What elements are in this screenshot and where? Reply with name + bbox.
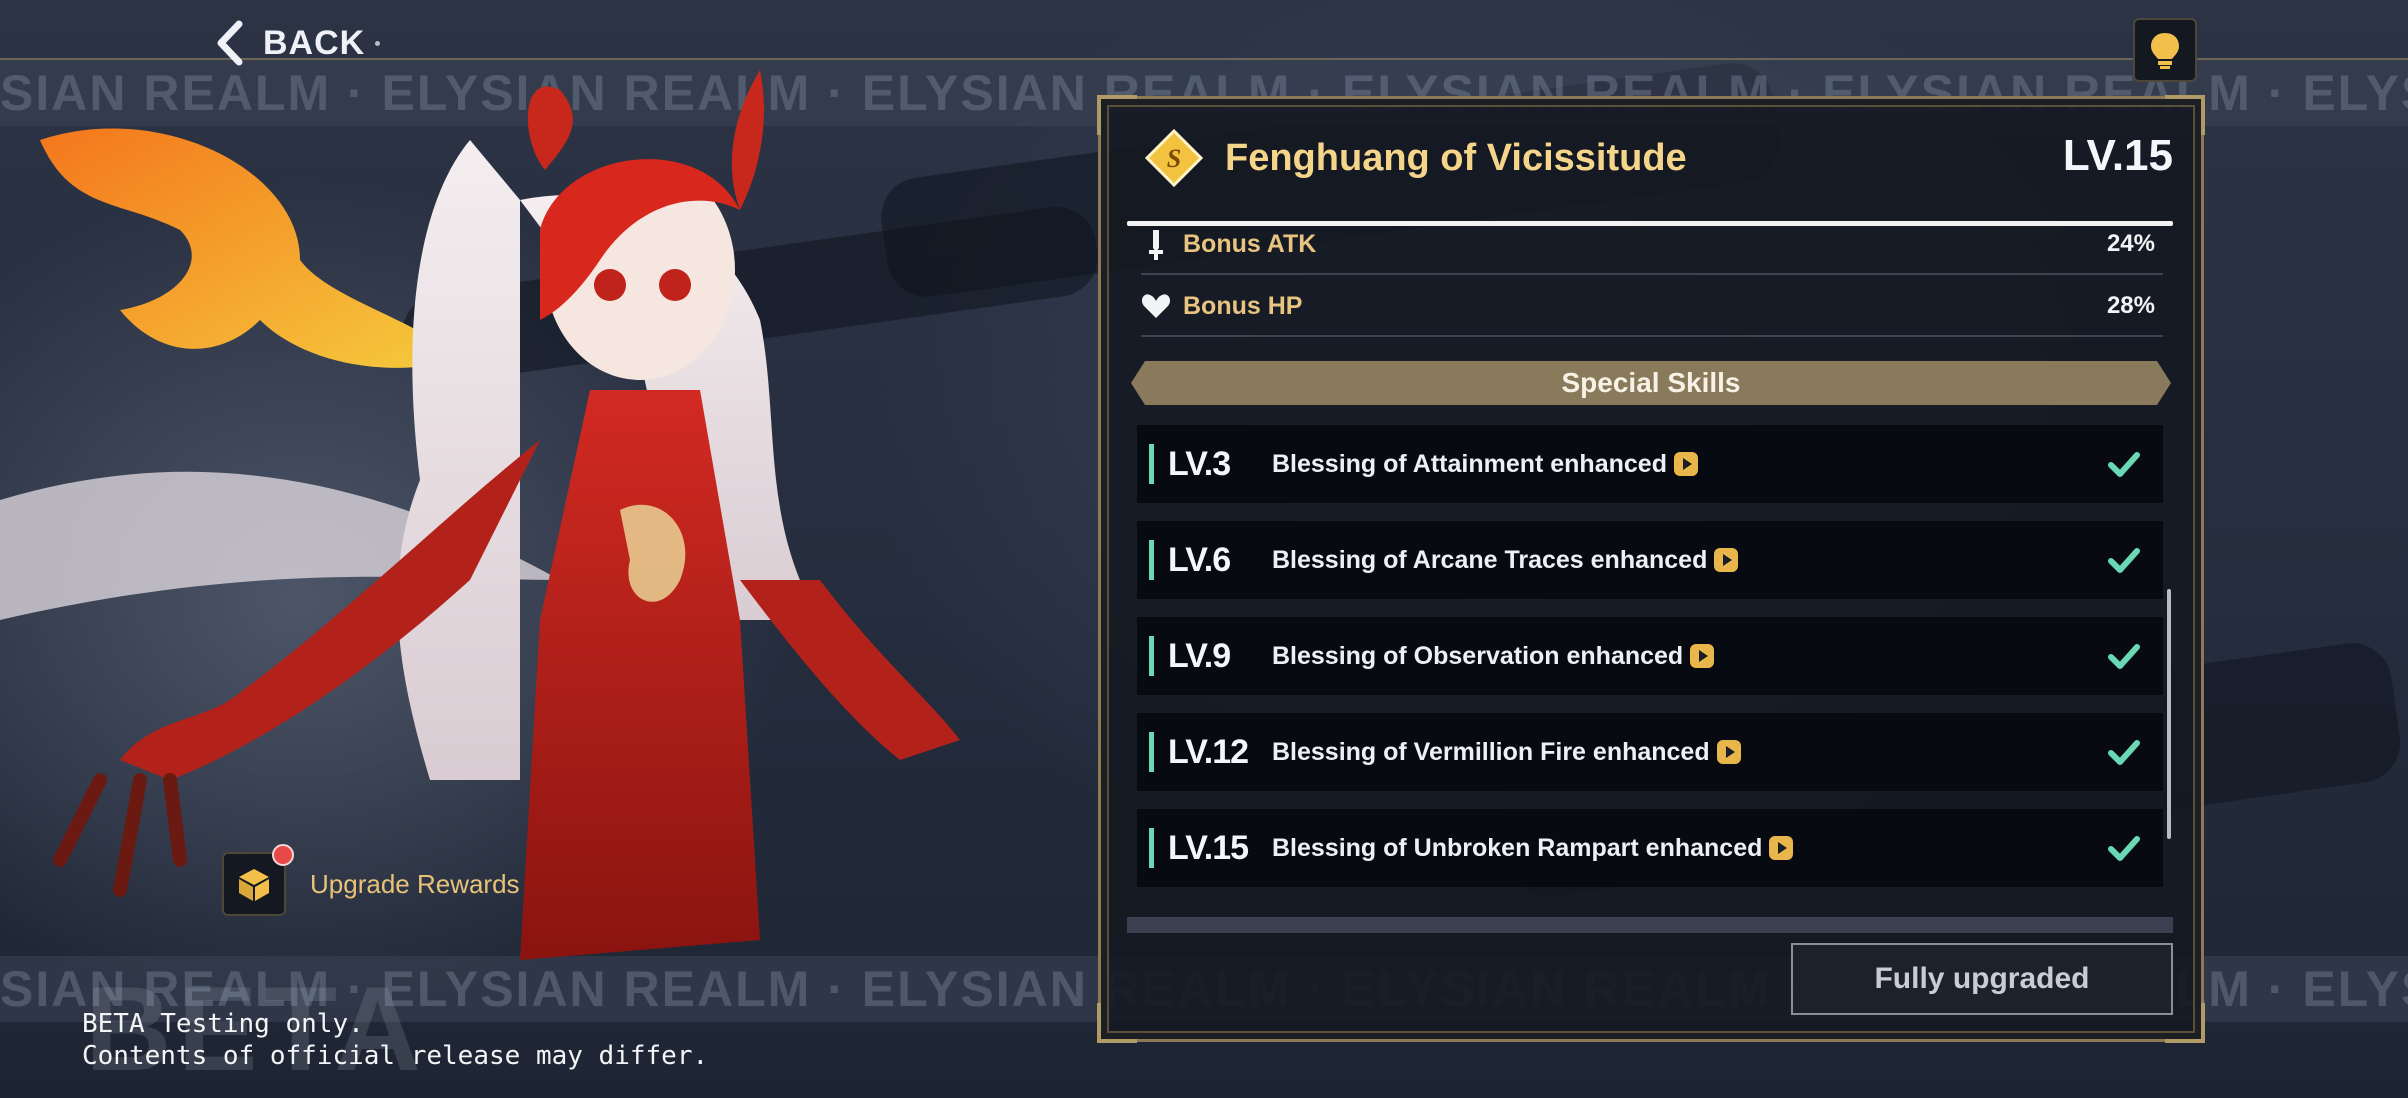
upgrade-rewards-button[interactable]: Upgrade Rewards xyxy=(222,844,520,916)
play-icon[interactable] xyxy=(1768,835,1794,861)
checkmark-icon xyxy=(2108,452,2140,477)
stat-row-atk: Bonus ATK 24% xyxy=(1141,215,2163,275)
skill-level: LV.6 xyxy=(1168,540,1231,579)
svg-text:S: S xyxy=(1167,144,1181,173)
panel-bottom-bar xyxy=(1127,917,2173,933)
skill-name: Blessing of Attainment enhanced xyxy=(1272,449,1667,478)
stat-value: 28% xyxy=(2106,292,2155,319)
stigmata-info-panel: S Fenghuang of Vicissitude LV.15 Bonus A… xyxy=(1097,95,2205,1043)
skill-accent-bar xyxy=(1149,444,1154,484)
skill-name: Blessing of Arcane Traces enhanced xyxy=(1272,545,1708,574)
back-label: BACK xyxy=(263,23,366,62)
skill-name: Blessing of Observation enhanced xyxy=(1272,641,1684,670)
skill-row[interactable]: LV.3 Blessing of Attainment enhanced xyxy=(1137,425,2163,503)
checkmark-icon xyxy=(2108,548,2140,573)
panel-header: S Fenghuang of Vicissitude LV.15 xyxy=(1101,129,2201,226)
stat-label: Bonus ATK xyxy=(1183,229,1317,258)
stigmata-level: LV.15 xyxy=(2062,131,2173,180)
skill-accent-bar xyxy=(1149,732,1154,772)
skill-row[interactable]: LV.9 Blessing of Observation enhanced xyxy=(1137,617,2163,695)
fully-upgraded-button[interactable]: Fully upgraded xyxy=(1791,943,2173,1015)
beta-notice-line1: BETA Testing only. xyxy=(82,1009,364,1039)
beta-notice: BETA Testing only. Contents of official … xyxy=(82,1008,708,1072)
play-icon[interactable] xyxy=(1713,547,1739,573)
stigmata-title: Fenghuang of Vicissitude xyxy=(1225,137,1687,179)
gift-box-icon xyxy=(222,844,294,916)
checkmark-icon xyxy=(2108,740,2140,765)
skills-scrollbar[interactable] xyxy=(2167,589,2171,839)
skill-accent-bar xyxy=(1149,540,1154,580)
beta-notice-line2: Contents of official release may differ. xyxy=(82,1041,709,1071)
stat-row-hp: Bonus HP 28% xyxy=(1141,277,2163,337)
skill-row[interactable]: LV.12 Blessing of Vermillion Fire enhanc… xyxy=(1137,713,2163,791)
play-icon[interactable] xyxy=(1689,643,1715,669)
hint-button[interactable] xyxy=(2133,18,2197,82)
play-icon[interactable] xyxy=(1673,451,1699,477)
panel-corner xyxy=(1097,1003,1137,1043)
lightbulb-icon xyxy=(2151,33,2179,69)
skill-accent-bar xyxy=(1149,828,1154,868)
skill-row[interactable]: LV.15 Blessing of Unbroken Rampart enhan… xyxy=(1137,809,2163,887)
notification-dot xyxy=(272,844,294,866)
sword-icon xyxy=(1141,227,1171,261)
skill-row[interactable]: LV.6 Blessing of Arcane Traces enhanced xyxy=(1137,521,2163,599)
skill-accent-bar xyxy=(1149,636,1154,676)
skill-level: LV.3 xyxy=(1168,444,1231,483)
stat-value: 24% xyxy=(2106,230,2155,257)
skill-level: LV.9 xyxy=(1168,636,1231,675)
s-rank-badge-icon: S xyxy=(1145,129,1203,187)
back-dot xyxy=(375,40,381,46)
special-skills-header: Special Skills xyxy=(1131,361,2171,405)
stat-label: Bonus HP xyxy=(1183,291,1303,320)
upgrade-rewards-label: Upgrade Rewards xyxy=(310,868,520,899)
skills-header-label: Special Skills xyxy=(1561,367,1741,398)
skill-name: Blessing of Unbroken Rampart enhanced xyxy=(1272,833,1763,862)
checkmark-icon xyxy=(2108,836,2140,861)
checkmark-icon xyxy=(2108,644,2140,669)
heart-icon xyxy=(1141,289,1171,323)
skill-name: Blessing of Vermillion Fire enhanced xyxy=(1272,737,1710,766)
skill-level: LV.12 xyxy=(1168,732,1249,771)
play-icon[interactable] xyxy=(1716,739,1742,765)
character-illustration xyxy=(0,70,960,960)
skill-level: LV.15 xyxy=(1168,828,1249,867)
